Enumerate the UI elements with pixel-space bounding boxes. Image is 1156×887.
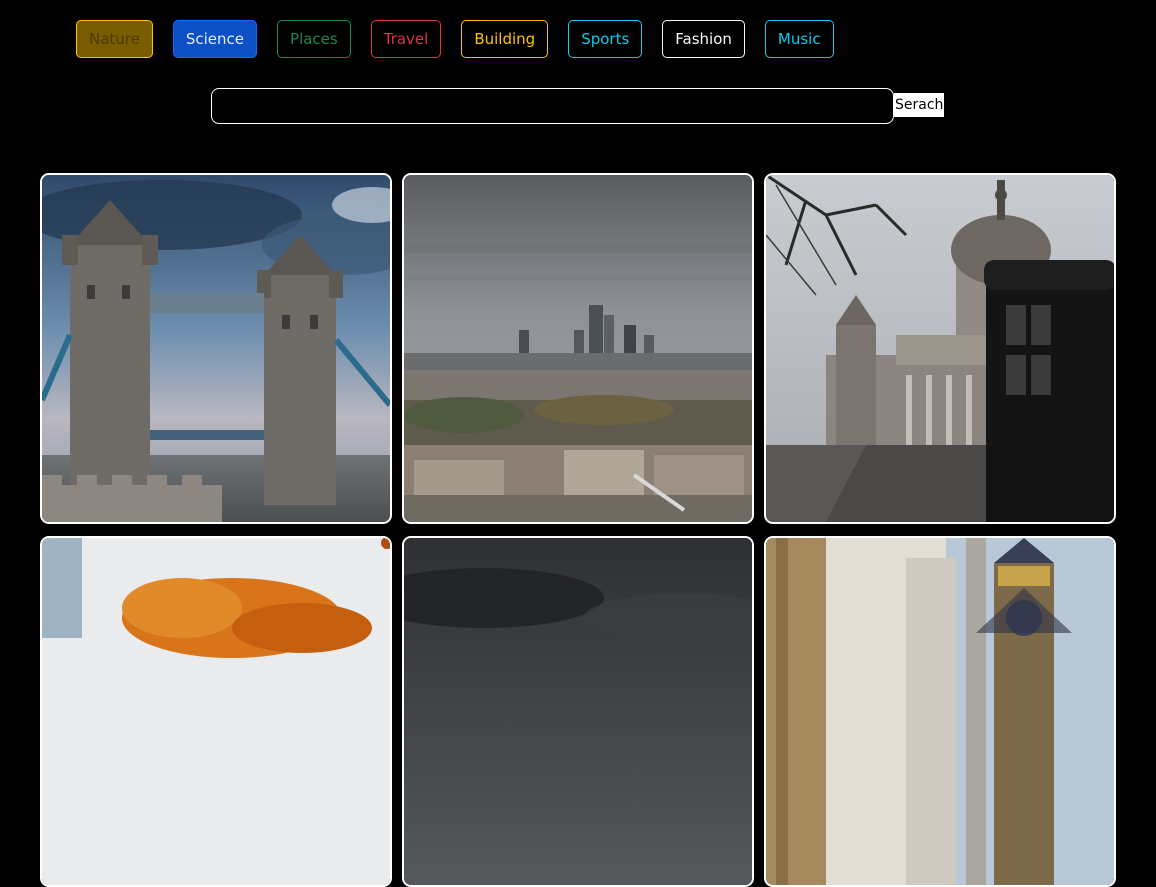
- category-button-music[interactable]: Music: [764, 20, 834, 58]
- category-button-building[interactable]: Building: [461, 20, 549, 58]
- st-pauls-photo: [766, 175, 1114, 522]
- category-button-places[interactable]: Places: [277, 20, 351, 58]
- stormy-sky-photo: [404, 538, 752, 885]
- category-button-science[interactable]: Science: [172, 20, 258, 58]
- image-gallery: [40, 173, 1116, 887]
- gallery-image-big-ben[interactable]: [764, 536, 1116, 887]
- gallery-image-stormy-sky[interactable]: [402, 536, 754, 887]
- search-bar: Serach: [211, 88, 945, 124]
- autumn-leaves-photo: [42, 538, 390, 885]
- category-button-nature[interactable]: Nature: [76, 20, 153, 58]
- category-button-fashion[interactable]: Fashion: [662, 20, 745, 58]
- search-input[interactable]: [211, 88, 894, 124]
- category-button-sports[interactable]: Sports: [568, 20, 643, 58]
- category-bar: Nature Science Places Travel Building Sp…: [76, 20, 834, 58]
- london-skyline-photo: [404, 175, 752, 522]
- gallery-image-tower-bridge[interactable]: [40, 173, 392, 524]
- search-button[interactable]: Serach: [894, 93, 945, 117]
- big-ben-photo: [766, 538, 1114, 885]
- gallery-image-london-skyline[interactable]: [402, 173, 754, 524]
- tower-bridge-photo: [42, 175, 390, 522]
- category-button-travel[interactable]: Travel: [370, 20, 442, 58]
- gallery-image-autumn-leaves[interactable]: [40, 536, 392, 887]
- gallery-image-st-pauls[interactable]: [764, 173, 1116, 524]
